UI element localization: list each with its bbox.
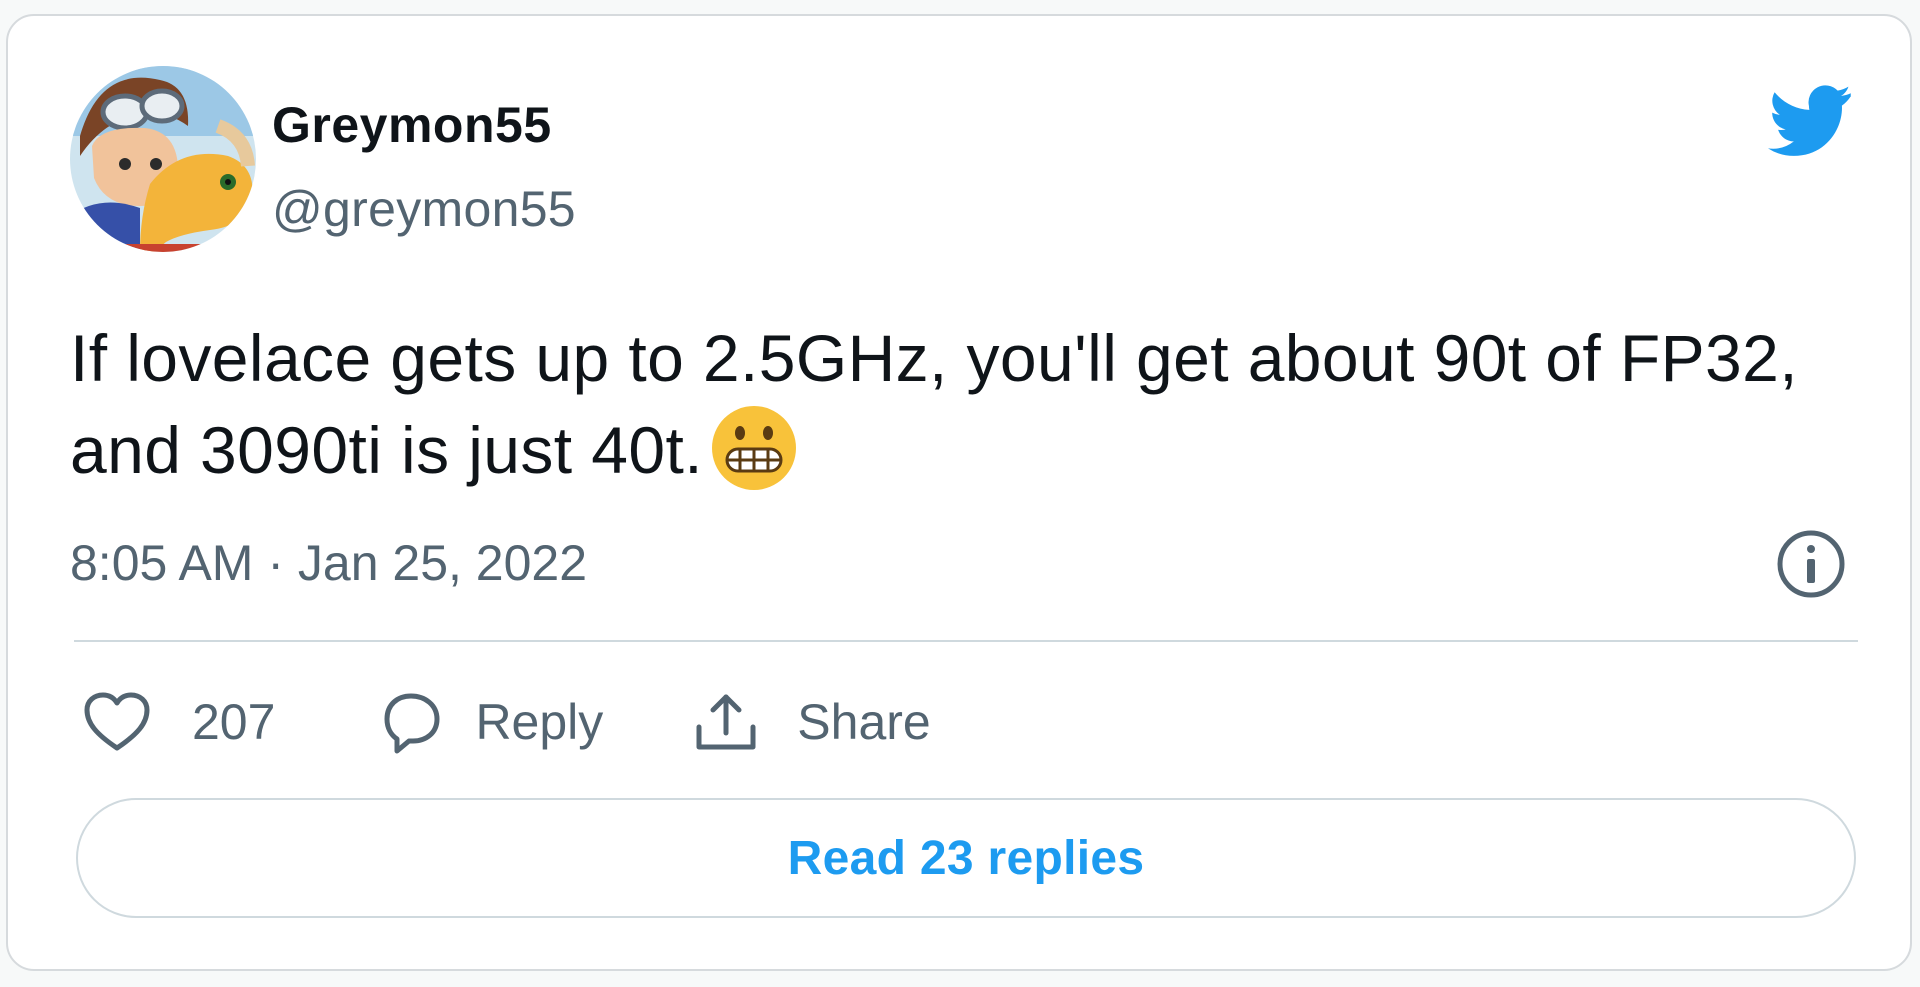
share-icon — [691, 689, 761, 755]
share-button[interactable]: Share — [691, 689, 931, 755]
tweet-timestamp[interactable]: 8:05 AM · Jan 25, 2022 — [70, 538, 587, 588]
info-icon[interactable] — [1776, 529, 1846, 599]
avatar[interactable] — [70, 66, 256, 252]
tweet-text: If lovelace gets up to 2.5GHz, you'll ge… — [70, 312, 1860, 496]
grimacing-face-emoji — [711, 405, 797, 491]
read-replies-button[interactable]: Read 23 replies — [76, 798, 1856, 918]
reply-label: Reply — [475, 694, 604, 750]
read-replies-label: Read 23 replies — [787, 831, 1145, 885]
tweet-text-content: If lovelace gets up to 2.5GHz, you'll ge… — [70, 321, 1798, 487]
display-name[interactable]: Greymon55 — [272, 100, 552, 150]
divider — [74, 640, 1858, 642]
user-handle[interactable]: @greymon55 — [272, 184, 576, 234]
tweet-actions: 207 Reply Share — [82, 684, 931, 760]
like-count: 207 — [192, 694, 276, 750]
tweet-card: Greymon55 @greymon55 If lovelace gets up… — [6, 14, 1912, 971]
heart-icon — [82, 690, 152, 754]
like-button[interactable]: 207 — [82, 690, 275, 754]
twitter-bird-icon[interactable] — [1768, 84, 1852, 156]
reply-bubble-icon — [375, 689, 445, 755]
avatar-image — [70, 66, 256, 252]
reply-button[interactable]: Reply — [375, 689, 603, 755]
share-label: Share — [797, 694, 931, 750]
